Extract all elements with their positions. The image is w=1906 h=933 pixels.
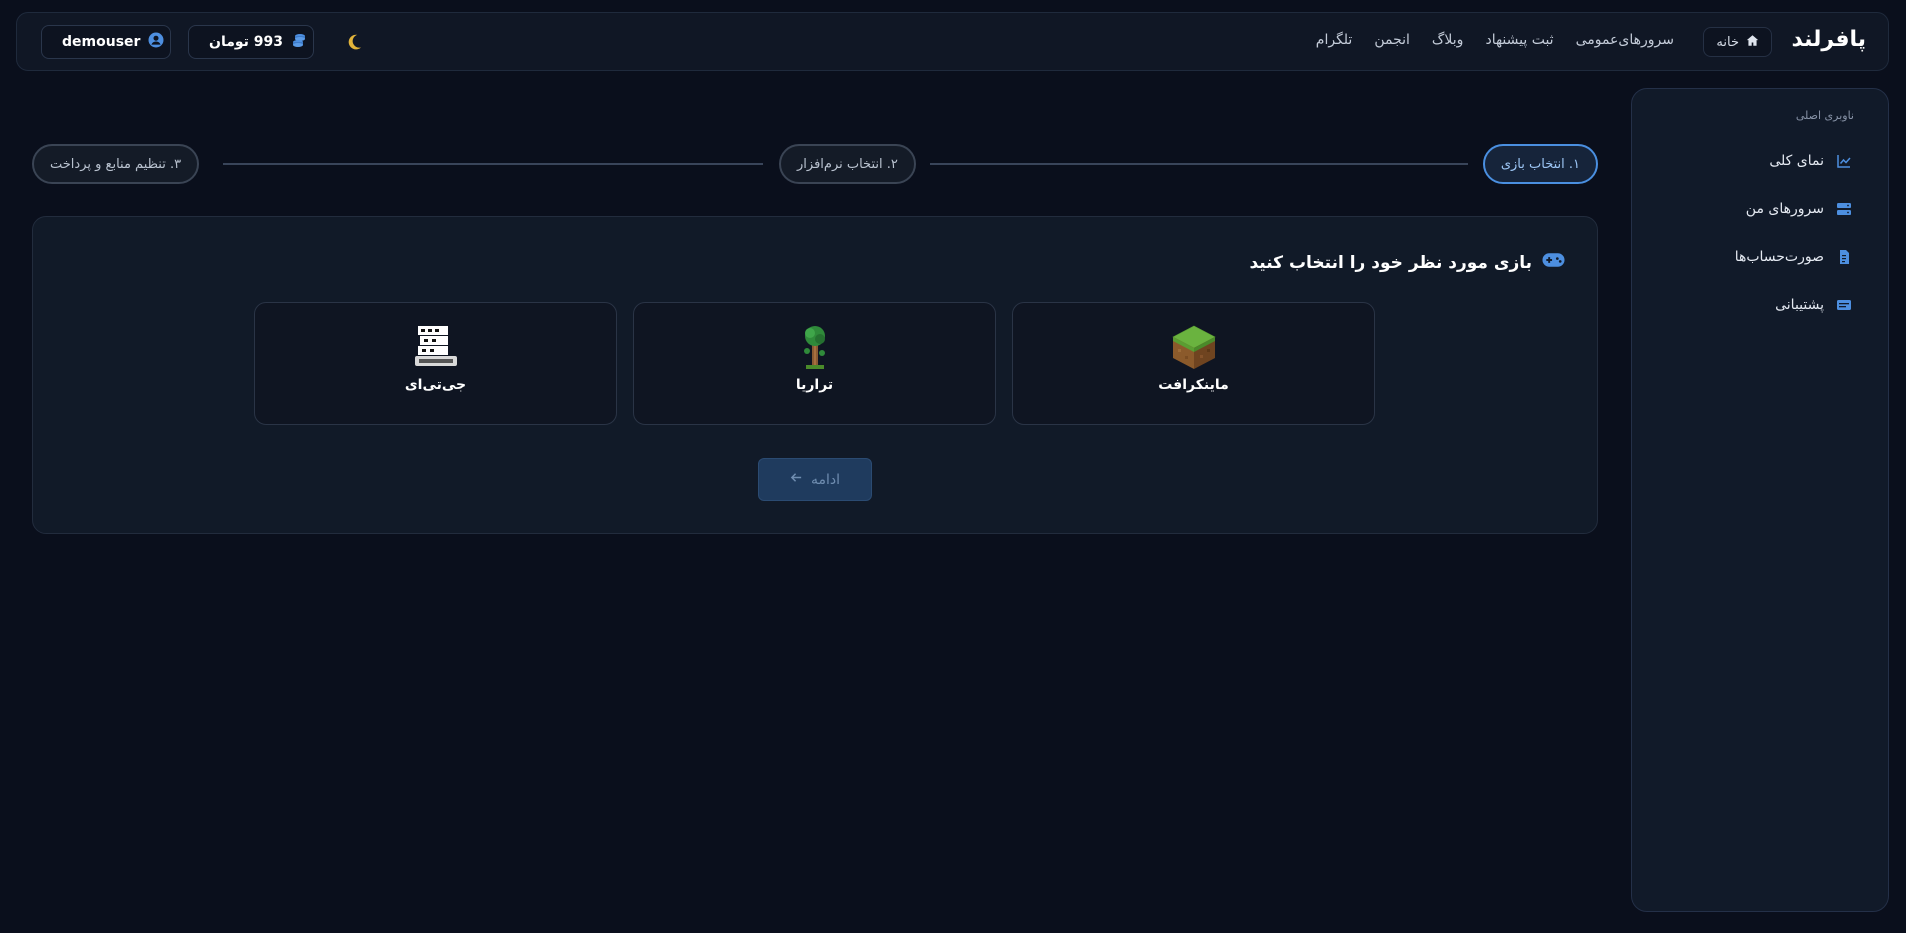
nav-link-telegram[interactable]: تلگرام — [1316, 32, 1353, 48]
panel-title-text: بازی مورد نظر خود را انتخاب کنید — [1249, 252, 1532, 273]
game-card-terraria[interactable]: تراریا — [633, 302, 996, 425]
nav-link-suggestion[interactable]: ثبت پیشنهاد — [1485, 32, 1553, 48]
nav-link-public-servers[interactable]: سرورهای‌عمومی — [1576, 32, 1674, 48]
step-resources-payment[interactable]: ۳. تنظیم منابع و پرداخت — [32, 144, 200, 184]
step-select-software[interactable]: ۲. انتخاب نرم‌افزار — [779, 144, 916, 184]
sidebar-item-label: سرورهای من — [1745, 201, 1824, 217]
theme-toggle-moon-icon[interactable] — [343, 31, 365, 53]
top-navbar: پافرلند خانه سرورهای‌عمومی ثبت پیشنهاد و… — [16, 12, 1889, 71]
gta-icon — [412, 323, 460, 371]
top-nav-links: سرورهای‌عمومی ثبت پیشنهاد وبلاگ انجمن تل… — [1316, 32, 1674, 48]
game-name: تراریا — [795, 377, 834, 393]
home-button[interactable]: خانه — [1703, 27, 1772, 57]
stepper-connector — [930, 163, 1468, 165]
sidebar-item-label: پشتیبانی — [1775, 297, 1824, 313]
user-menu-dropdown[interactable]: demouser — [41, 25, 171, 59]
sidebar: ناوبری اصلی نمای کلی سرورهای من صورت‌حسا… — [1631, 88, 1889, 912]
arrow-left-icon — [790, 471, 803, 488]
step-select-game[interactable]: ۱. انتخاب بازی — [1482, 144, 1598, 184]
continue-label: ادامه — [810, 471, 841, 488]
minecraft-icon — [1170, 323, 1218, 371]
home-icon — [1746, 34, 1759, 51]
sidebar-item-support[interactable]: پشتیبانی — [1775, 297, 1852, 313]
user-avatar-icon — [148, 32, 164, 52]
wallet-balance: 993 تومان — [209, 34, 284, 50]
stepper-connector — [223, 163, 763, 165]
chart-line-icon — [1836, 153, 1852, 169]
home-label: خانه — [1716, 34, 1739, 50]
continue-button[interactable]: ادامه — [758, 458, 872, 501]
game-name: ماینکرافت — [1158, 377, 1229, 393]
nav-link-blog[interactable]: وبلاگ — [1432, 32, 1464, 48]
nav-link-forum[interactable]: انجمن — [1374, 32, 1410, 48]
server-icon — [1836, 201, 1852, 217]
support-icon — [1836, 297, 1852, 313]
gamepad-icon — [1542, 252, 1565, 273]
game-card-gta[interactable]: جی‌تی‌ای — [254, 302, 617, 425]
game-card-minecraft[interactable]: ماینکرافت — [1012, 302, 1375, 425]
invoice-icon — [1836, 249, 1852, 265]
wallet-dropdown[interactable]: 993 تومان — [188, 25, 314, 59]
sidebar-item-my-servers[interactable]: سرورهای من — [1746, 201, 1852, 217]
panel-title: بازی مورد نظر خود را انتخاب کنید — [1249, 252, 1565, 273]
brand-logo[interactable]: پافرلند — [1791, 27, 1866, 52]
sidebar-item-overview[interactable]: نمای کلی — [1769, 153, 1852, 169]
sidebar-item-label: نمای کلی — [1769, 153, 1824, 169]
game-selection-panel: بازی مورد نظر خود را انتخاب کنید ماینکرا… — [32, 216, 1598, 534]
username: demouser — [62, 34, 141, 50]
sidebar-heading: ناوبری اصلی — [1795, 109, 1854, 122]
game-name: جی‌تی‌ای — [404, 377, 467, 393]
sidebar-item-invoices[interactable]: صورت‌حساب‌ها — [1735, 249, 1852, 265]
sidebar-item-label: صورت‌حساب‌ها — [1734, 249, 1824, 265]
coins-icon — [291, 32, 307, 52]
terraria-icon — [791, 323, 839, 371]
